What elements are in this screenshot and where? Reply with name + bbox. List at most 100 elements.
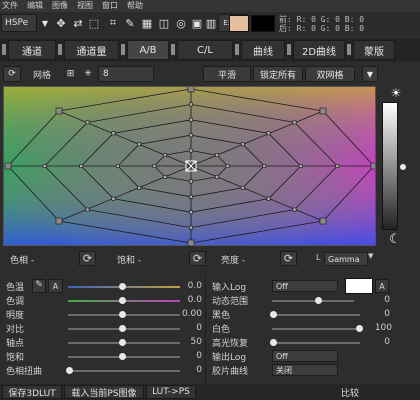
white-knob[interactable] [356,325,363,332]
contrast-knob[interactable] [119,325,126,332]
mode-select[interactable]: HSPe [1,14,37,32]
tint-knob[interactable] [119,297,126,304]
refresh-icon[interactable]: ⟳ [3,66,21,82]
chevron-down-icon[interactable]: ▼ [37,15,53,31]
white-point-swatch[interactable] [345,278,373,294]
color-after-swatch[interactable] [251,15,275,32]
frame-icon[interactable]: ◫ [156,15,172,31]
grid-point[interactable] [85,120,90,125]
auto-button[interactable]: A [48,279,63,293]
grid-point[interactable] [189,102,193,107]
menu-file[interactable]: 文件 [2,0,18,12]
grid-point[interactable] [215,153,219,158]
eyedropper-icon[interactable]: ✎ [122,15,138,31]
grid-point[interactable] [262,164,267,168]
grid-point[interactable] [115,164,120,168]
gamma-select[interactable]: Gamma [324,252,368,266]
menu-help[interactable]: 帮助 [127,0,143,12]
menu-view[interactable]: 视图 [77,0,93,12]
grid-point[interactable] [79,164,84,168]
grid-anchor-point[interactable] [187,239,195,245]
dynamic-range-knob[interactable] [315,297,322,304]
grid-anchor-point[interactable] [187,87,195,93]
grid-anchor-point[interactable] [55,217,63,225]
refresh-icon[interactable]: ⟳ [189,251,206,266]
tab-channel-amount[interactable]: 通道量 [64,40,119,60]
color-before-swatch[interactable] [229,15,249,32]
dropdown-icon[interactable]: ▼ [362,66,378,82]
grid-point[interactable] [163,175,168,179]
dual-grid-button[interactable]: 双网格 [305,66,355,82]
grid-point[interactable] [42,164,47,168]
load-ps-image-button[interactable]: 载入当前PS图像 [64,385,144,399]
grid-count-select[interactable]: 8 [98,66,154,82]
grid-point[interactable] [335,164,340,168]
eyedropper-icon[interactable]: ✎ [32,279,46,293]
crop-icon[interactable]: ⌗ [105,15,121,31]
luminance-knob[interactable] [400,164,406,170]
menu-edit[interactable]: 编辑 [27,0,43,12]
grid-anchor-point[interactable] [370,162,375,170]
grid-point[interactable] [240,185,245,190]
highlight-recovery-slider[interactable] [272,342,360,344]
grid-point[interactable] [225,164,230,168]
grid-anchor-point[interactable] [55,107,63,115]
grid-point[interactable] [189,148,193,153]
color-plane[interactable] [4,87,375,245]
input-log-select[interactable]: Off [272,280,338,292]
refresh-icon[interactable]: ⟳ [280,251,297,266]
grid-point[interactable] [189,225,193,230]
brightness-knob[interactable] [119,311,126,318]
smooth-button[interactable]: 平滑 [203,66,251,82]
grid-point[interactable] [111,196,116,201]
marquee-icon[interactable]: ⬚ [86,15,102,31]
move-icon[interactable]: ✥ [53,15,69,31]
grid-anchor-point[interactable] [4,162,12,170]
target-icon[interactable]: ◎ [173,15,189,31]
grid-point[interactable] [85,207,90,212]
grid-point[interactable] [111,131,116,136]
film-curve-select[interactable]: 关闭 [272,364,338,376]
grid-point[interactable] [215,175,219,179]
tab-channel[interactable]: 通道 [8,40,56,60]
ab-color-view[interactable] [3,86,376,246]
saturation-knob[interactable] [119,353,126,360]
menu-image[interactable]: 图像 [52,0,68,12]
grid-icon[interactable]: ▥ [203,15,219,31]
sun-icon[interactable]: ☀ [388,86,404,100]
auto-button[interactable]: A [375,279,389,293]
tab-2d-curves[interactable]: 2D曲线 [293,40,345,60]
tab-mask[interactable]: 蒙版 [353,40,395,60]
grid-point[interactable] [292,120,297,125]
hue-twist-slider[interactable] [68,370,180,372]
hue-twist-knob[interactable] [66,367,73,374]
grid-anchor-point[interactable] [319,107,327,115]
black-slider[interactable] [272,314,360,316]
lock-all-button[interactable]: 锁定所有 [253,66,303,82]
save-3dlut-button[interactable]: 保存3DLUT [2,385,62,399]
grid-point[interactable] [266,131,271,136]
tab-curves[interactable]: 曲线 [241,40,285,60]
grid-point[interactable] [298,164,303,168]
grid-point[interactable] [189,210,193,215]
grid-point[interactable] [152,164,157,168]
grid-point[interactable] [240,142,245,147]
grid-point[interactable] [292,207,297,212]
grid-point[interactable] [137,142,142,147]
grid-point[interactable] [189,179,193,184]
grid-point[interactable] [137,185,142,190]
refresh-icon[interactable]: ⟳ [79,251,96,266]
grid-point[interactable] [189,133,193,138]
grid-point[interactable] [266,196,271,201]
pivot-knob[interactable] [119,339,126,346]
chevron-down-icon[interactable]: ▼ [368,252,377,266]
highlight-recovery-knob[interactable] [270,339,277,346]
moon-icon[interactable]: ☾ [387,232,403,248]
grid-anchor-point[interactable] [319,217,327,225]
sample-icon[interactable]: ▦ [139,15,155,31]
output-log-select[interactable]: Off [272,350,338,362]
tab-ab[interactable]: A/B [127,40,169,60]
white-slider[interactable] [272,328,360,330]
black-knob[interactable] [270,311,277,318]
swap-icon[interactable]: ⇄ [70,15,86,31]
